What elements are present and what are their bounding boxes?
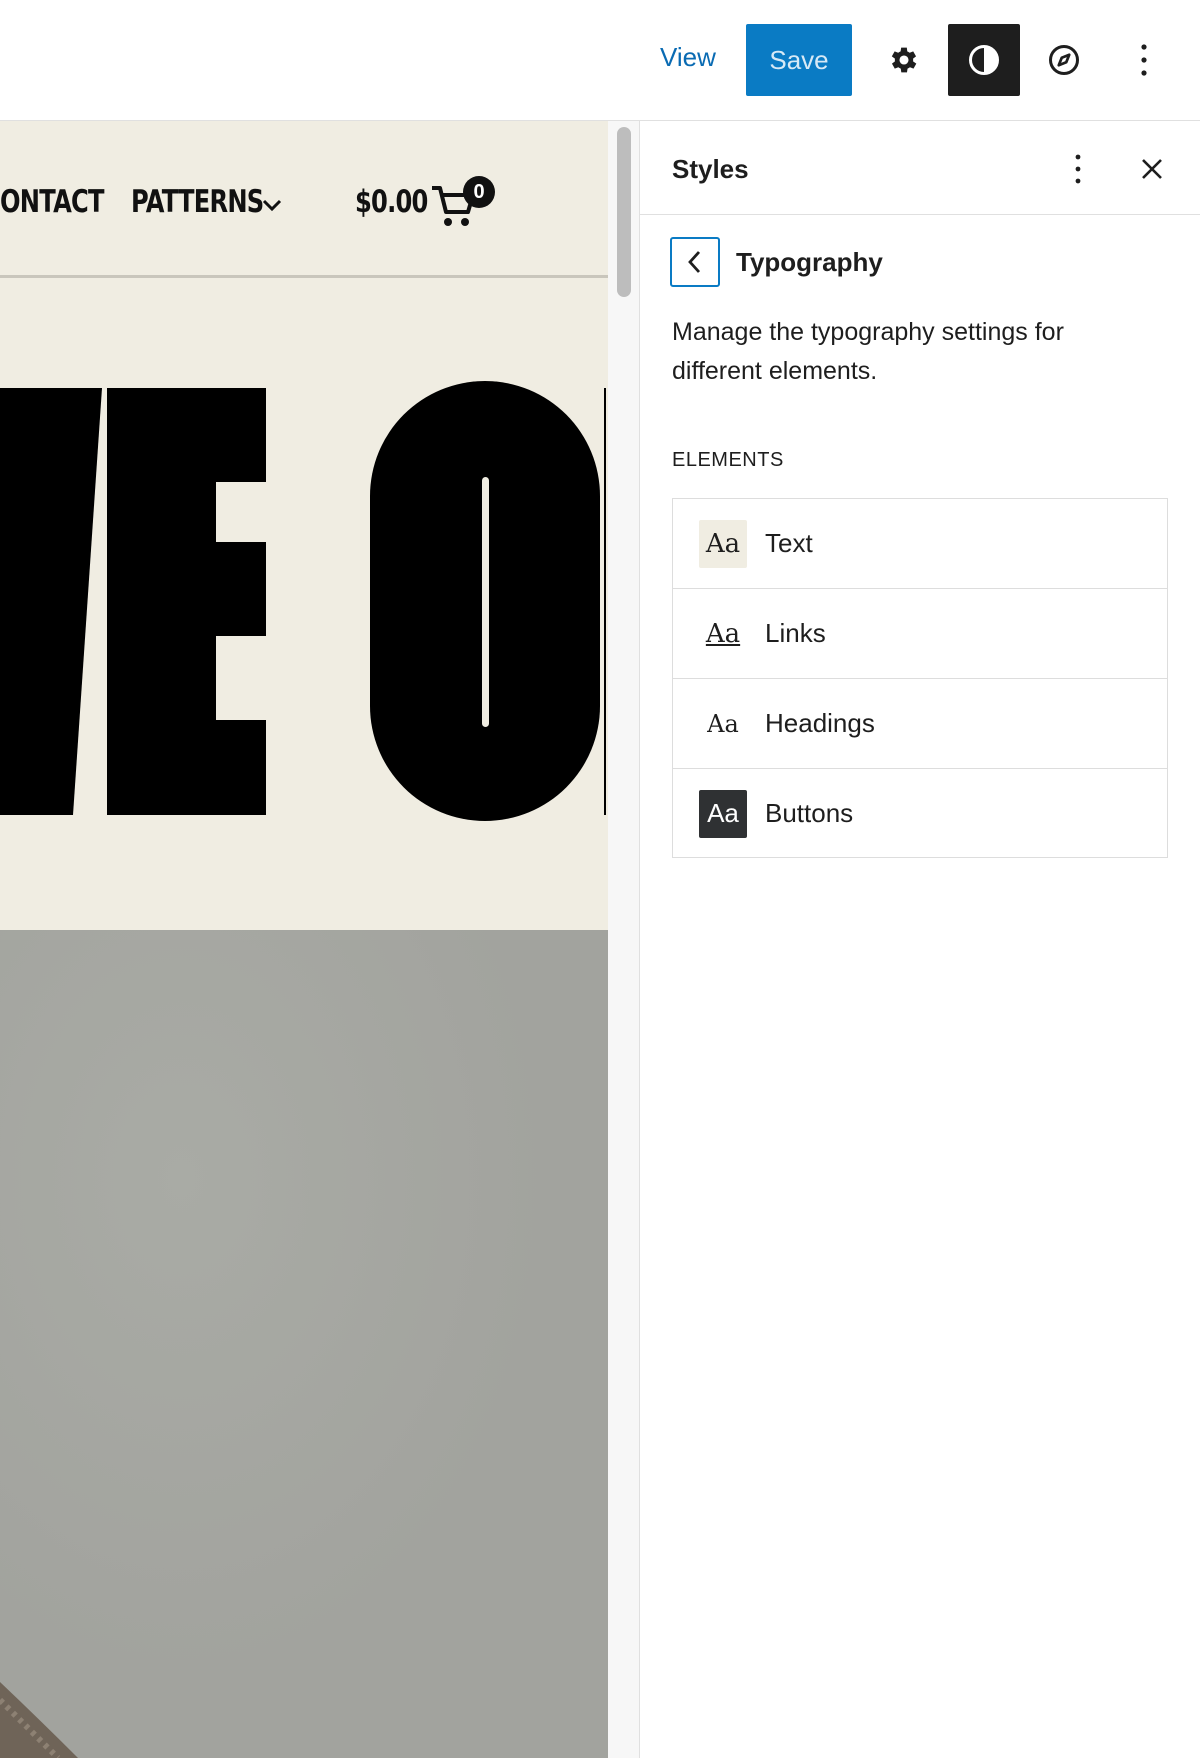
header-divider xyxy=(0,275,608,278)
element-label: Text xyxy=(765,528,813,558)
close-icon[interactable] xyxy=(1130,147,1174,191)
element-label: Headings xyxy=(765,708,875,738)
gear-icon[interactable] xyxy=(868,24,940,96)
compass-icon[interactable] xyxy=(1028,24,1100,96)
element-item-text[interactable]: Aa Text xyxy=(673,499,1167,588)
back-button[interactable] xyxy=(670,237,720,287)
nav-item-patterns[interactable]: PATTERNS xyxy=(131,184,264,220)
view-button[interactable]: View xyxy=(660,42,716,73)
elements-heading: ELEMENTS xyxy=(672,449,784,471)
chevron-left-icon xyxy=(688,251,701,273)
more-vertical-icon[interactable] xyxy=(1108,24,1180,96)
hero-image xyxy=(0,930,608,1761)
panel-title: Typography xyxy=(736,247,883,277)
element-item-buttons[interactable]: Aa Buttons xyxy=(673,769,1167,858)
typography-preview-swatch: Aa xyxy=(707,709,739,738)
sidebar-header: Styles xyxy=(640,121,1200,215)
elements-list: Aa Text Aa Links Aa Headings Aa Buttons xyxy=(672,498,1168,858)
panel-description: Manage the typography settings for diffe… xyxy=(672,318,1064,385)
canvas-scrollbar[interactable] xyxy=(608,121,640,1758)
element-label: Links xyxy=(765,618,826,648)
typography-preview-swatch: Aa xyxy=(705,618,741,649)
chevron-down-icon[interactable] xyxy=(262,198,282,217)
cart-count-badge: 0 xyxy=(463,176,495,208)
styles-sidebar: Styles Typography Manage the typography … xyxy=(640,121,1200,1758)
cart-total: $0.00 xyxy=(355,184,428,220)
typography-preview-swatch: Aa xyxy=(699,519,747,568)
element-item-links[interactable]: Aa Links xyxy=(673,589,1167,678)
nav-item-contact[interactable]: ONTACT xyxy=(0,184,104,220)
sidebar-title: Styles xyxy=(672,154,749,184)
contrast-icon[interactable] xyxy=(948,24,1020,96)
element-label: Buttons xyxy=(765,798,854,828)
save-button[interactable]: Save xyxy=(746,24,852,96)
typography-preview-swatch: Aa xyxy=(699,789,747,838)
scrollbar-thumb[interactable] xyxy=(617,127,631,297)
element-item-headings[interactable]: Aa Headings xyxy=(673,679,1167,768)
more-vertical-icon[interactable] xyxy=(1058,147,1098,191)
